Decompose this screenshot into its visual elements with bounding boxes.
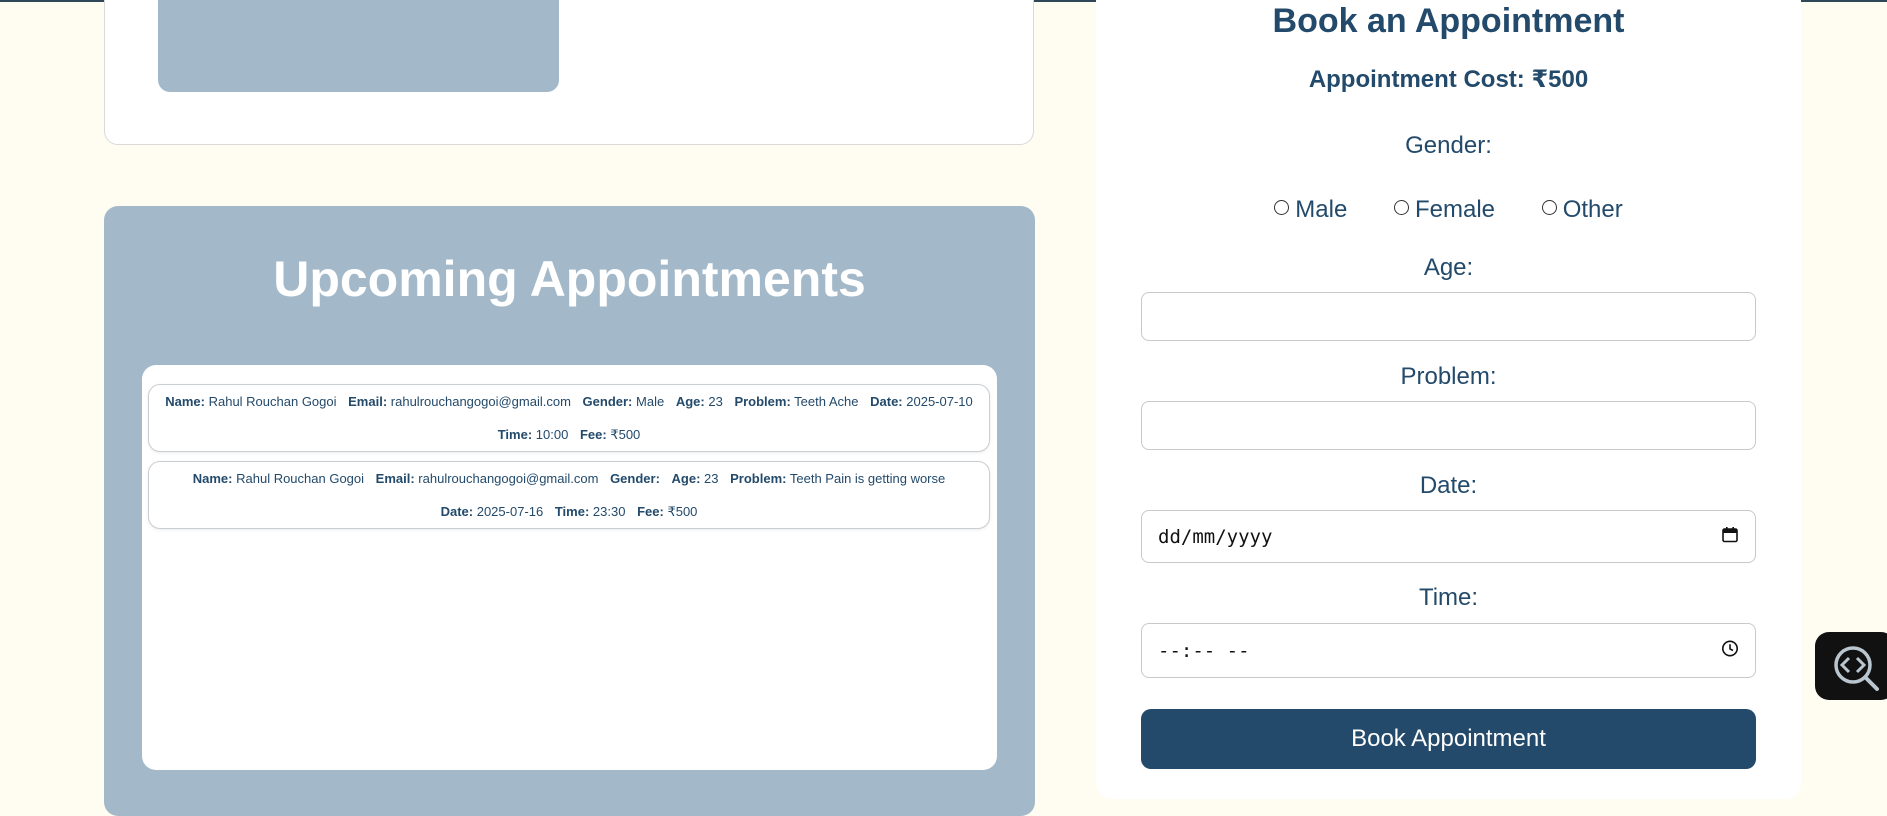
appointment-date: 2025-07-10: [906, 394, 973, 409]
appointment-name: Rahul Rouchan Gogoi: [208, 394, 337, 409]
appointment-time: 10:00: [535, 427, 569, 442]
appointment-email: rahulrouchangogoi@gmail.com: [418, 471, 599, 486]
date-placeholder: dd/mm/yyyy: [1158, 525, 1273, 548]
gender-radio-group: Male Female Other: [1096, 196, 1801, 224]
doctor-image: [158, 0, 559, 92]
date-input[interactable]: dd/mm/yyyy: [1141, 510, 1756, 563]
age-input[interactable]: [1141, 292, 1756, 341]
book-appointment-button[interactable]: Book Appointment: [1141, 709, 1756, 769]
gender-label: Gender:: [1405, 132, 1492, 159]
gender-option-male[interactable]: Male: [1274, 196, 1347, 224]
booking-form: Book an Appointment Appointment Cost: ₹5…: [1096, 0, 1801, 799]
booking-title: Book an Appointment: [1272, 2, 1625, 40]
problem-label: Problem:: [1400, 363, 1497, 390]
upcoming-title: Upcoming Appointments: [273, 251, 866, 307]
gender-option-other[interactable]: Other: [1541, 196, 1623, 224]
radio-male[interactable]: [1274, 200, 1290, 215]
appointment-age: 23: [708, 394, 723, 409]
problem-input[interactable]: [1141, 401, 1756, 450]
appointment-date: 2025-07-16: [476, 504, 544, 519]
appointment-card: Name: Rahul Rouchan Gogoi Email: rahulro…: [148, 461, 990, 529]
date-label: Date:: [1419, 472, 1478, 499]
code-search-icon: [1829, 641, 1885, 698]
appointment-problem: Teeth Pain is getting worse: [789, 471, 946, 486]
appointment-gender: Male: [636, 394, 665, 409]
radio-other[interactable]: [1541, 200, 1557, 215]
upcoming-appointments-panel: Upcoming Appointments Name: Rahul Roucha…: [104, 206, 1035, 816]
calendar-icon[interactable]: [1721, 525, 1739, 548]
appointment-fee: ₹500: [610, 427, 641, 442]
appointment-fee: ₹500: [667, 504, 698, 519]
time-placeholder: --:-- --: [1158, 639, 1250, 662]
doctor-card: [104, 0, 1034, 145]
appointment-cost: Appointment Cost: ₹500: [1308, 66, 1589, 93]
appointment-email: rahulrouchangogoi@gmail.com: [390, 394, 571, 409]
clock-icon[interactable]: [1721, 639, 1739, 662]
gender-option-female[interactable]: Female: [1393, 196, 1495, 224]
time-label: Time:: [1418, 584, 1479, 611]
appointment-problem: Teeth Ache: [794, 394, 859, 409]
appointment-name: Rahul Rouchan Gogoi: [236, 471, 365, 486]
time-input[interactable]: --:-- --: [1141, 623, 1756, 678]
appointment-card: Name: Rahul Rouchan Gogoi Email: rahulro…: [148, 384, 990, 452]
age-label: Age:: [1423, 254, 1474, 281]
appointment-time: 23:30: [592, 504, 626, 519]
appointment-list: Name: Rahul Rouchan Gogoi Email: rahulro…: [142, 365, 997, 770]
appointment-age: 23: [704, 471, 719, 486]
radio-female[interactable]: [1393, 200, 1409, 215]
floating-inspect-button[interactable]: [1815, 632, 1887, 700]
